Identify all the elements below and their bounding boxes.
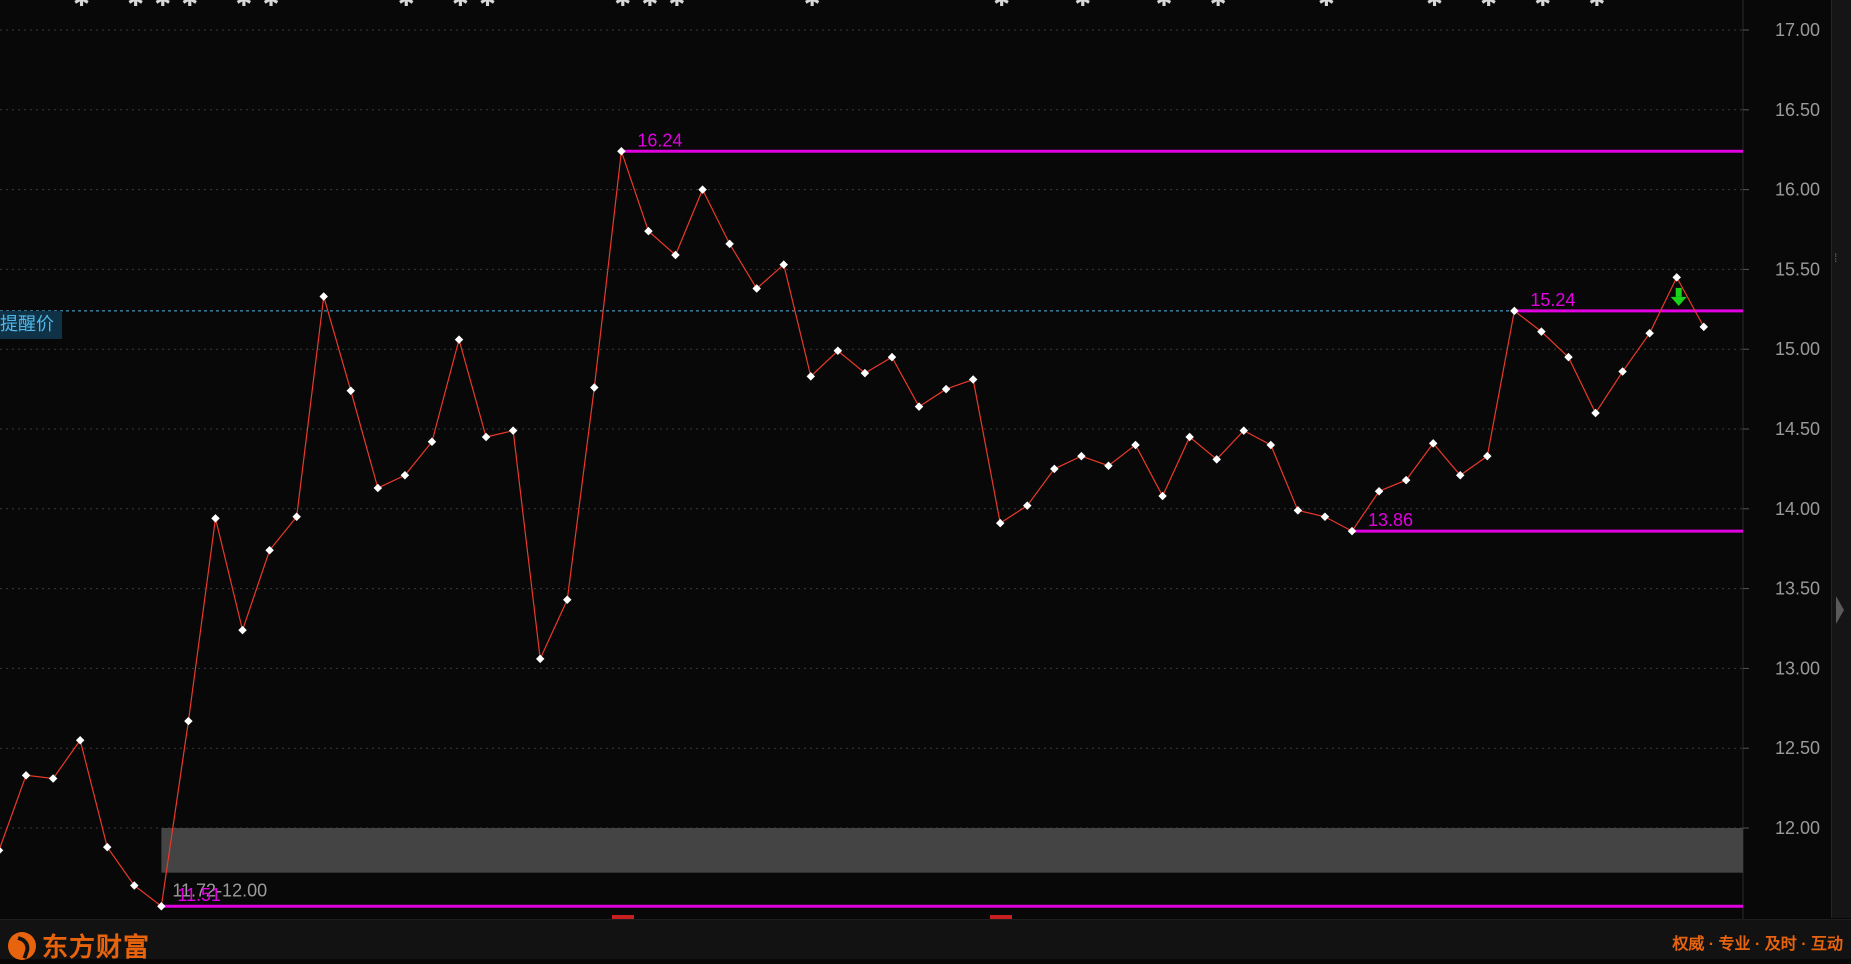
price-point[interactable] bbox=[319, 292, 328, 301]
y-tick-label: 14.00 bbox=[1775, 499, 1820, 519]
price-point[interactable] bbox=[968, 375, 978, 384]
price-point[interactable] bbox=[1293, 506, 1303, 515]
price-point[interactable] bbox=[48, 774, 58, 783]
y-tick-label: 15.00 bbox=[1775, 339, 1820, 359]
y-tick-label: 12.50 bbox=[1775, 738, 1820, 758]
price-point[interactable] bbox=[1672, 273, 1681, 282]
asterisk-icon: ✱ bbox=[804, 0, 821, 11]
brand-name: 东方财富 bbox=[42, 932, 151, 962]
asterisk-icon: ✱ bbox=[993, 0, 1010, 11]
y-tick-label: 16.00 bbox=[1775, 180, 1820, 200]
price-point[interactable] bbox=[1050, 464, 1059, 474]
asterisk-icon: ✱ bbox=[1426, 0, 1443, 11]
asterisk-icon: ✱ bbox=[127, 0, 144, 11]
price-point[interactable] bbox=[1023, 501, 1032, 510]
price-point[interactable] bbox=[914, 402, 924, 411]
price-point[interactable] bbox=[238, 625, 247, 635]
price-point[interactable] bbox=[481, 432, 491, 442]
price-point[interactable] bbox=[887, 352, 897, 362]
price-point[interactable] bbox=[1645, 328, 1654, 338]
level-label: 11.51 bbox=[177, 885, 221, 905]
y-tick-label: 16.50 bbox=[1775, 100, 1820, 120]
price-zone-band bbox=[161, 828, 1744, 873]
level-label: 13.86 bbox=[1368, 510, 1413, 530]
price-point[interactable] bbox=[346, 386, 356, 395]
asterisk-icon: ✱ bbox=[1534, 0, 1551, 11]
asterisk-icon: ✱ bbox=[614, 0, 631, 11]
y-tick-label: 14.50 bbox=[1775, 419, 1820, 439]
asterisk-icon: ✱ bbox=[479, 0, 496, 11]
price-point[interactable] bbox=[1374, 487, 1384, 496]
price-point[interactable] bbox=[21, 771, 31, 780]
price-point[interactable] bbox=[508, 426, 518, 435]
price-point[interactable] bbox=[1158, 491, 1167, 501]
level-label: 16.24 bbox=[637, 130, 682, 150]
expand-panel-handle[interactable] bbox=[1836, 596, 1844, 624]
price-point[interactable] bbox=[373, 483, 383, 493]
level-label: 15.24 bbox=[1530, 290, 1575, 310]
asterisk-icon: ✱ bbox=[669, 0, 686, 11]
price-point[interactable] bbox=[454, 335, 464, 344]
asterisk-icon: ✱ bbox=[641, 0, 658, 11]
price-point[interactable] bbox=[1401, 475, 1411, 485]
grip-icon[interactable]: ⁞ bbox=[1834, 252, 1837, 264]
y-tick-label: 15.50 bbox=[1775, 259, 1820, 279]
asterisk-icon: ✱ bbox=[452, 0, 469, 11]
price-point[interactable] bbox=[1618, 367, 1627, 376]
asterisk-icon: ✱ bbox=[236, 0, 253, 11]
right-scroll-strip[interactable] bbox=[1831, 0, 1851, 918]
price-point[interactable] bbox=[1699, 322, 1709, 332]
price-point[interactable] bbox=[211, 514, 220, 523]
price-point[interactable] bbox=[725, 239, 734, 249]
price-point[interactable] bbox=[617, 147, 626, 156]
alert-price-label[interactable]: 提醒价 bbox=[0, 311, 62, 339]
asterisk-icon: ✱ bbox=[1318, 0, 1335, 11]
price-point[interactable] bbox=[1483, 451, 1492, 461]
price-point[interactable] bbox=[75, 735, 85, 745]
y-tick-label: 13.50 bbox=[1775, 579, 1820, 599]
asterisk-icon: ✱ bbox=[1480, 0, 1497, 11]
price-point[interactable] bbox=[941, 384, 951, 394]
asterisk-icon: ✱ bbox=[1156, 0, 1173, 11]
price-point[interactable] bbox=[1077, 451, 1086, 461]
price-point[interactable] bbox=[535, 654, 545, 664]
eastmoney-logo-icon bbox=[8, 931, 36, 960]
y-tick-label: 12.00 bbox=[1775, 818, 1820, 838]
asterisk-icon: ✱ bbox=[1210, 0, 1227, 11]
price-point[interactable] bbox=[698, 185, 707, 194]
asterisk-icon: ✱ bbox=[154, 0, 171, 11]
price-point[interactable] bbox=[184, 716, 193, 726]
price-point[interactable] bbox=[995, 518, 1005, 528]
price-point[interactable] bbox=[1266, 440, 1276, 450]
asterisk-icon: ✱ bbox=[398, 0, 415, 11]
brand-logo[interactable]: 东方财富 bbox=[8, 927, 150, 964]
asterisk-icon: ✱ bbox=[73, 0, 90, 11]
brand-slogan: 权威 · 专业 · 及时 · 互动 bbox=[1672, 936, 1843, 953]
price-chart[interactable]: 17.00 16.50 16.00 15.50 15.00 14.50 14.00 13.50… bbox=[0, 0, 1851, 919]
price-line bbox=[0, 151, 1705, 908]
y-tick-label: 13.00 bbox=[1775, 658, 1820, 678]
asterisk-icon: ✱ bbox=[1074, 0, 1091, 11]
price-point[interactable] bbox=[102, 842, 112, 852]
bottom-brand-bar: 东方财富 权威 · 专业 · 及时 · 互动 bbox=[0, 919, 1851, 962]
asterisk-icon: ✱ bbox=[181, 0, 198, 11]
price-point[interactable] bbox=[590, 383, 599, 392]
price-point[interactable] bbox=[563, 595, 572, 605]
y-tick-label: 17.00 bbox=[1775, 20, 1820, 40]
price-point[interactable] bbox=[1320, 512, 1330, 522]
asterisk-icon: ✱ bbox=[263, 0, 280, 11]
asterisk-icon: ✱ bbox=[1589, 0, 1606, 11]
price-point[interactable] bbox=[1591, 408, 1600, 418]
price-point[interactable] bbox=[1347, 526, 1357, 536]
